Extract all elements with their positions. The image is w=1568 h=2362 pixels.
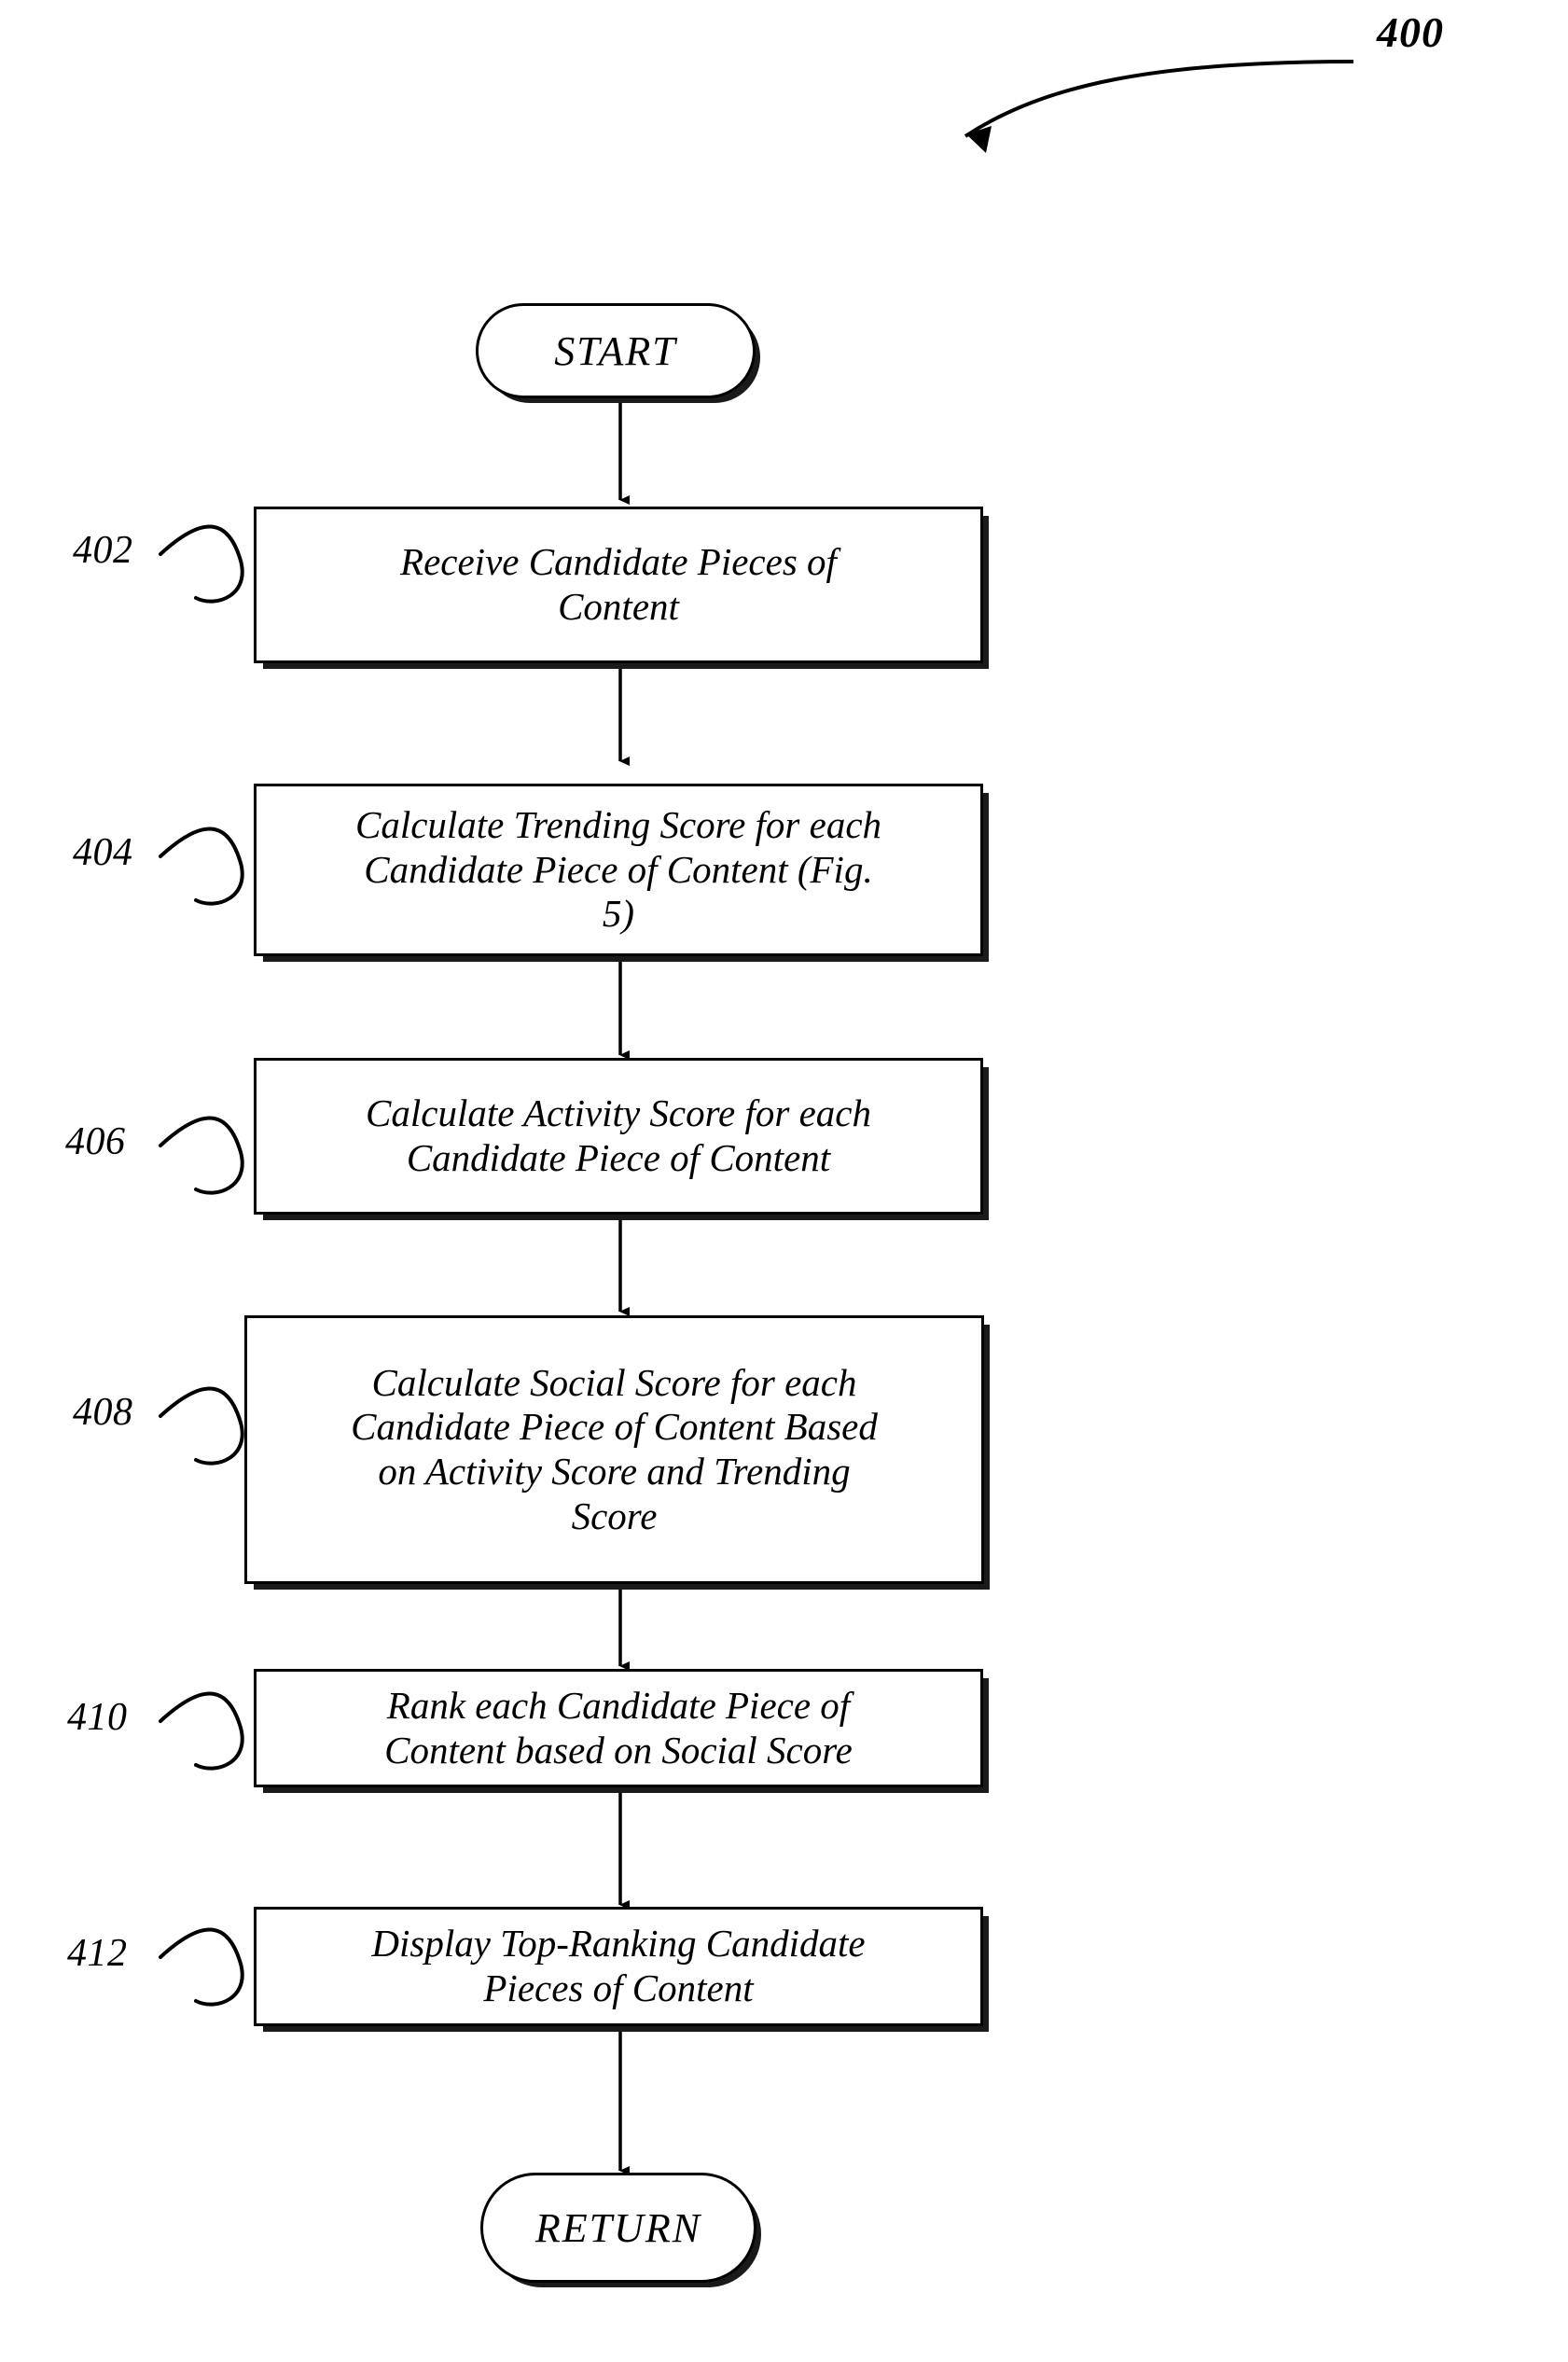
reference-numeral-404: 404 — [73, 831, 133, 874]
patent-figure-400: 400 START 402 Receive Candidate Pieces o… — [0, 0, 1568, 2362]
process-box-402-text: Receive Candidate Pieces of Content — [400, 540, 837, 628]
process-box-404-text: Calculate Trending Score for each Candid… — [354, 803, 882, 936]
process-box-408-text: Calculate Social Score for each Candidat… — [351, 1360, 878, 1537]
leader-line-406 — [159, 1116, 244, 1195]
process-box-402: Receive Candidate Pieces of Content — [254, 507, 983, 663]
process-box-410-text: Rank each Candidate Piece of Content bas… — [384, 1683, 853, 1772]
process-box-412-text: Display Top-Ranking Candidate Pieces of … — [371, 1922, 866, 2009]
process-box-406: Calculate Activity Score for each Candid… — [254, 1058, 983, 1215]
figure-pointer-arrowhead — [966, 126, 992, 153]
figure-pointer-arrow — [964, 60, 1354, 138]
process-box-410: Rank each Candidate Piece of Content bas… — [254, 1669, 983, 1787]
leader-line-412 — [159, 1927, 244, 2007]
terminal-return-label: RETURN — [534, 2204, 702, 2251]
process-box-412: Display Top-Ranking Candidate Pieces of … — [254, 1907, 983, 2026]
process-box-406-text: Calculate Activity Score for each Candid… — [366, 1091, 871, 1179]
process-box-408: Calculate Social Score for each Candidat… — [244, 1315, 984, 1584]
leader-line-408 — [159, 1386, 244, 1466]
reference-numeral-408: 408 — [73, 1391, 133, 1434]
figure-number-label: 400 — [1377, 8, 1444, 56]
reference-numeral-412: 412 — [67, 1932, 128, 1975]
terminal-start-label: START — [554, 327, 677, 374]
process-box-404: Calculate Trending Score for each Candid… — [254, 784, 983, 956]
leader-line-410 — [159, 1691, 244, 1771]
leader-line-402 — [159, 524, 244, 604]
terminal-start: START — [476, 303, 756, 398]
leader-line-404 — [159, 827, 244, 906]
reference-numeral-410: 410 — [67, 1696, 128, 1739]
reference-numeral-406: 406 — [65, 1120, 126, 1163]
terminal-return: RETURN — [480, 2173, 756, 2283]
reference-numeral-402: 402 — [73, 529, 133, 572]
